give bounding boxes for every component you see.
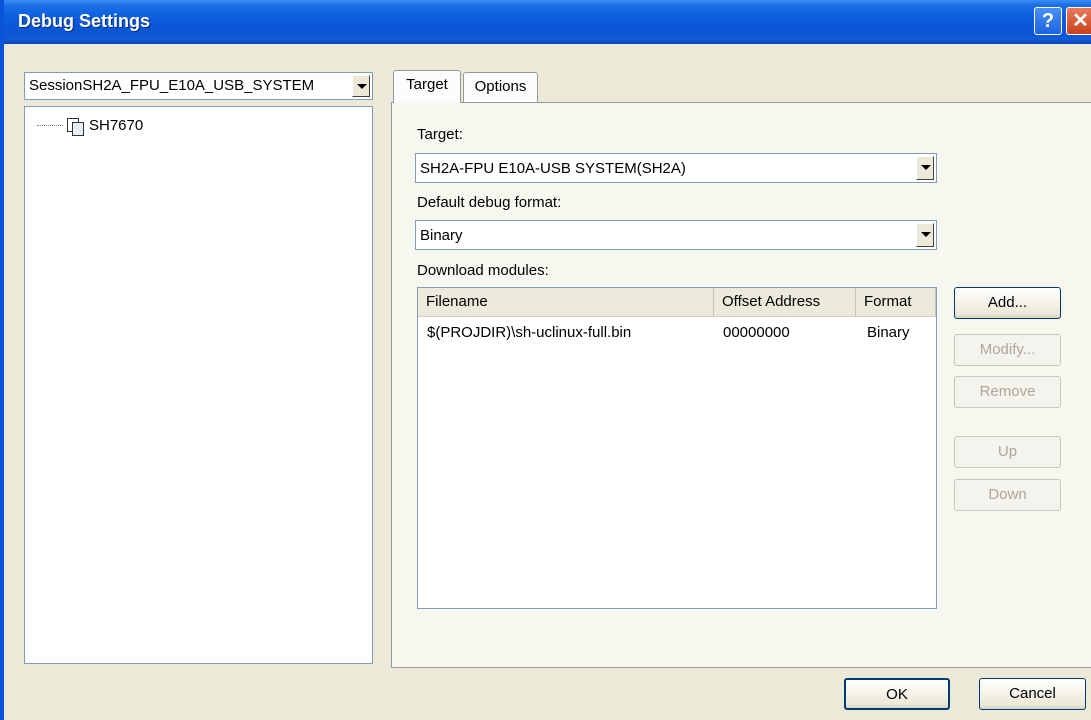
debug-settings-window: Debug Settings ? ✕ SessionSH2A_FPU_E10A_… (0, 0, 1091, 720)
add-button[interactable]: Add... (954, 287, 1061, 319)
tree-item-label: SH7670 (89, 117, 144, 134)
cpu-node-icon (67, 117, 84, 136)
module-offset: 00000000 (723, 324, 790, 341)
tab-target[interactable]: Target (393, 70, 461, 103)
remove-button[interactable]: Remove (954, 376, 1061, 408)
column-header-filename[interactable]: Filename (418, 288, 714, 316)
up-button[interactable]: Up (954, 436, 1061, 468)
tree-connector (37, 125, 63, 126)
module-filename: $(PROJDIR)\sh-uclinux-full.bin (427, 324, 632, 341)
chevron-down-icon[interactable] (352, 75, 370, 97)
chevron-down-icon[interactable] (916, 223, 934, 247)
tab-options-label: Options (474, 78, 527, 95)
ok-button[interactable]: OK (844, 678, 950, 710)
column-header-offset-address[interactable]: Offset Address (714, 288, 856, 316)
chevron-down-icon[interactable] (916, 156, 934, 180)
cancel-button[interactable]: Cancel (979, 678, 1086, 710)
download-modules-list[interactable]: Filename Offset Address Format $(PROJDIR… (417, 287, 937, 609)
target-label: Target: (417, 126, 463, 143)
session-select-value: SessionSH2A_FPU_E10A_USB_SYSTEM (29, 77, 315, 94)
default-format-select[interactable]: Binary (415, 220, 937, 250)
default-format-label: Default debug format: (417, 194, 562, 211)
modify-button[interactable]: Modify... (954, 334, 1061, 366)
title-bar[interactable]: Debug Settings ? ✕ (4, 0, 1091, 44)
target-select-value: SH2A-FPU E10A-USB SYSTEM(SH2A) (420, 160, 686, 177)
default-format-value: Binary (420, 227, 463, 244)
column-header-format[interactable]: Format (856, 288, 936, 316)
help-button[interactable]: ? (1034, 7, 1062, 35)
list-header: Filename Offset Address Format (418, 288, 936, 317)
session-tree[interactable]: SH7670 (24, 106, 373, 664)
tab-target-label: Target (406, 76, 448, 93)
module-format: Binary (867, 324, 910, 341)
session-select[interactable]: SessionSH2A_FPU_E10A_USB_SYSTEM (24, 72, 373, 100)
download-modules-label: Download modules: (417, 262, 549, 279)
target-select[interactable]: SH2A-FPU E10A-USB SYSTEM(SH2A) (415, 153, 937, 183)
tab-options[interactable]: Options (463, 72, 538, 102)
window-title: Debug Settings (18, 11, 151, 31)
down-button[interactable]: Down (954, 479, 1061, 511)
tree-item-sh7670[interactable]: SH7670 (37, 117, 144, 136)
close-button[interactable]: ✕ (1066, 7, 1091, 35)
